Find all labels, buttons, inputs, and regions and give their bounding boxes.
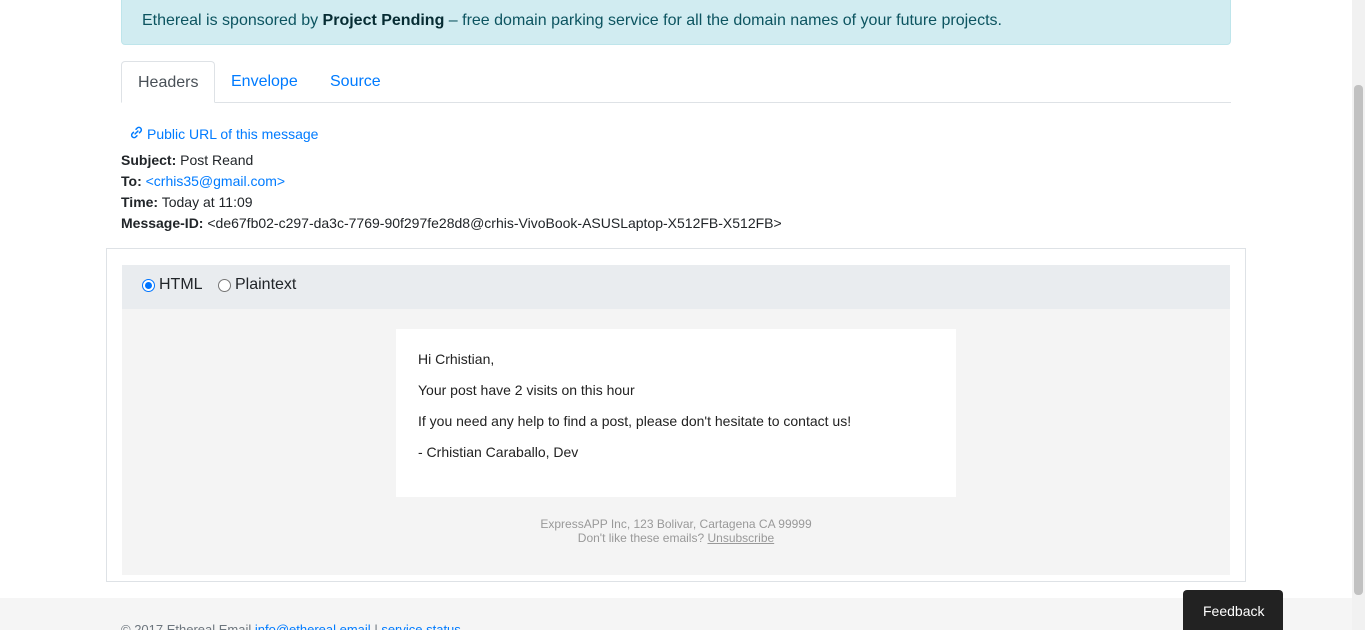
html-radio[interactable]: HTML bbox=[142, 276, 203, 294]
unsubscribe-prefix: Don't like these emails? bbox=[577, 531, 708, 545]
unsubscribe-row: Don't like these emails? Unsubscribe bbox=[122, 531, 1230, 545]
to-row: To: <crhis35@gmail.com> bbox=[121, 173, 285, 189]
html-radio-dot[interactable] bbox=[142, 278, 155, 292]
scrollbar-thumb[interactable] bbox=[1354, 85, 1363, 595]
email-line-1: Your post have 2 visits on this hour bbox=[418, 382, 635, 398]
to-address-link[interactable]: <crhis35@gmail.com> bbox=[146, 173, 286, 189]
tab-envelope[interactable]: Envelope bbox=[215, 61, 314, 103]
company-address: ExpressAPP Inc, 123 Bolivar, Cartagena C… bbox=[540, 517, 812, 531]
email-greeting: Hi Crhistian, bbox=[418, 351, 495, 367]
message-id-label: Message-ID: bbox=[121, 215, 204, 231]
message-body-panel: HTML Plaintext Hi Crhistian, Your post h… bbox=[106, 248, 1246, 582]
page-scrollbar[interactable] bbox=[1352, 0, 1365, 630]
public-url-link[interactable]: Public URL of this message bbox=[129, 125, 318, 143]
email-card: Hi Crhistian, Your post have 2 visits on… bbox=[396, 329, 956, 497]
banner-prefix: Ethereal is sponsored by bbox=[142, 12, 323, 29]
email-signature: - Crhistian Caraballo, Dev bbox=[418, 444, 579, 460]
tab-source[interactable]: Source bbox=[314, 61, 397, 103]
subject-row: Subject: Post Reand bbox=[121, 152, 253, 168]
banner-suffix: – free domain parking service for all th… bbox=[444, 12, 1002, 29]
page-footer: © 2017 Ethereal Email info@ethereal.emai… bbox=[0, 598, 1352, 630]
footer-email-link[interactable]: info@ethereal.email bbox=[255, 622, 371, 630]
plaintext-radio-dot[interactable] bbox=[218, 278, 231, 292]
unsubscribe-link[interactable]: Unsubscribe bbox=[707, 531, 774, 545]
plaintext-radio-label: Plaintext bbox=[235, 276, 297, 293]
sponsor-banner: Ethereal is sponsored by Project Pending… bbox=[121, 0, 1231, 45]
footer-copyright: © 2017 Ethereal Email bbox=[121, 622, 255, 630]
subject-label: Subject: bbox=[121, 152, 177, 168]
public-url-label: Public URL of this message bbox=[147, 126, 319, 142]
time-label: Time: bbox=[121, 194, 159, 210]
subject-value: Post Reand bbox=[180, 152, 254, 168]
link-icon bbox=[129, 125, 144, 143]
email-preview: Hi Crhistian, Your post have 2 visits on… bbox=[122, 309, 1230, 575]
footer-text: © 2017 Ethereal Email info@ethereal.emai… bbox=[121, 622, 461, 630]
message-tabs: Headers Envelope Source bbox=[121, 61, 1231, 103]
banner-sponsor: Project Pending bbox=[322, 12, 445, 29]
feedback-button[interactable]: Feedback bbox=[1183, 590, 1283, 630]
html-radio-label: HTML bbox=[159, 276, 203, 293]
plaintext-radio[interactable]: Plaintext bbox=[218, 276, 296, 294]
message-id-row: Message-ID: <de67fb02-c297-da3c-7769-90f… bbox=[121, 215, 782, 231]
time-row: Time: Today at 11:09 bbox=[121, 194, 253, 210]
email-footer: ExpressAPP Inc, 123 Bolivar, Cartagena C… bbox=[122, 517, 1230, 545]
footer-status-link[interactable]: service status bbox=[381, 622, 460, 630]
message-id-value: <de67fb02-c297-da3c-7769-90f297fe28d8@cr… bbox=[207, 215, 782, 231]
view-mode-bar: HTML Plaintext bbox=[122, 265, 1230, 309]
to-label: To: bbox=[121, 173, 142, 189]
footer-separator: | bbox=[370, 622, 382, 630]
time-value: Today at 11:09 bbox=[161, 194, 253, 210]
tab-headers[interactable]: Headers bbox=[121, 61, 216, 103]
email-line-2: If you need any help to find a post, ple… bbox=[418, 413, 852, 429]
